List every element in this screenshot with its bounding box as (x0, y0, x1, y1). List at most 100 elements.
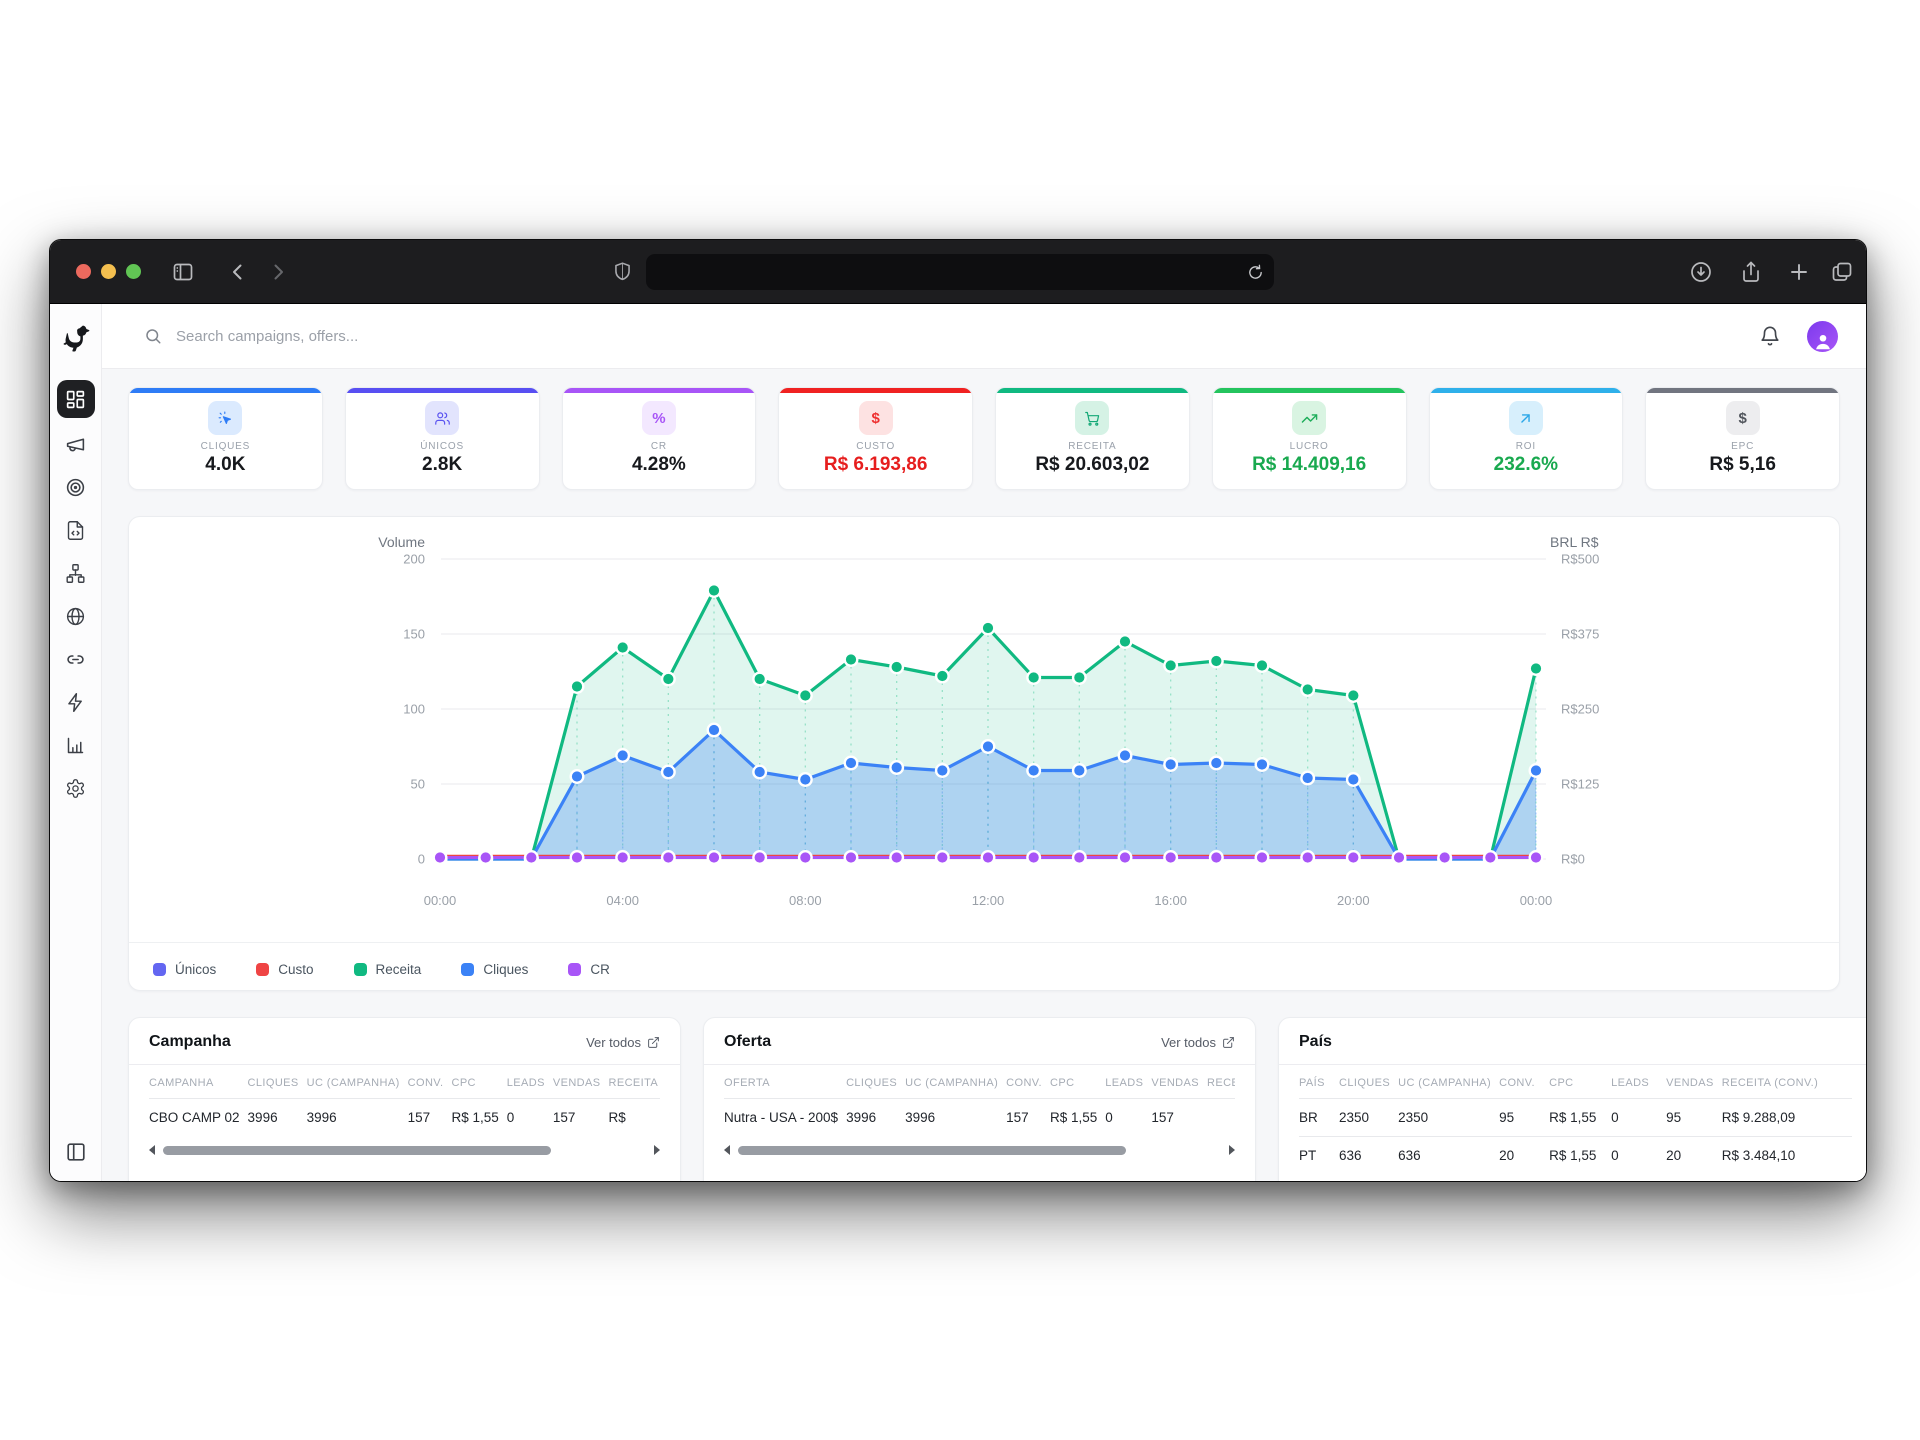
tabs-overview-icon[interactable] (1830, 260, 1854, 284)
bell-icon[interactable] (1759, 325, 1781, 347)
column-header: VENDAS (1666, 1065, 1722, 1099)
legend-item-cr[interactable]: CR (568, 962, 610, 977)
svg-text:04:00: 04:00 (606, 893, 639, 908)
scroll-left-icon[interactable] (724, 1145, 730, 1155)
volume-chart: 0R$050R$125100R$250150R$375200R$500Volum… (129, 517, 1840, 937)
table-cell: 95 (1666, 1099, 1722, 1137)
kpi-card-cr: %CR4.28% (562, 387, 757, 490)
table-cell: 3996 (905, 1099, 1006, 1137)
kpi-value: 4.28% (632, 454, 686, 476)
table-cell: R$ 1,55 (1549, 1137, 1611, 1175)
new-tab-icon[interactable] (1787, 260, 1811, 284)
column-header: CLIQUES (846, 1065, 905, 1099)
table-cell: R$ 1,55 (1050, 1099, 1105, 1137)
scrollbar-thumb[interactable] (738, 1146, 1126, 1155)
search-input[interactable] (176, 328, 596, 345)
table-cell: CBO CAMP 02 (149, 1099, 248, 1137)
column-header: UC (CAMPANHA) (1398, 1065, 1499, 1099)
app-body: CLIQUES4.0KÚNICOS2.8K%CR4.28%$CUSTOR$ 6.… (50, 304, 1866, 1181)
links-icon (65, 649, 86, 670)
sidebar-item-campaigns[interactable] (57, 427, 95, 461)
svg-text:R$375: R$375 (1561, 627, 1599, 642)
svg-text:R$125: R$125 (1561, 777, 1599, 792)
table-wrap: PAÍSCLIQUESUC (CAMPANHA)CONV.CPCLEADSVEN… (1299, 1065, 1866, 1174)
horizontal-scrollbar[interactable] (1299, 1180, 1866, 1181)
shield-icon[interactable] (612, 261, 633, 282)
column-header: VENDAS (1151, 1065, 1207, 1099)
sidebar-item-landing-pages[interactable] (57, 513, 95, 547)
svg-text:12:00: 12:00 (972, 893, 1005, 908)
legend-item-cliques[interactable]: Cliques (461, 962, 528, 977)
tables-row: CampanhaVer todosCAMPANHACLIQUESUC (CAMP… (128, 1017, 1840, 1181)
table-wrap: CAMPANHACLIQUESUC (CAMPANHA)CONV.CPCLEAD… (149, 1065, 660, 1136)
legend-item-únicos[interactable]: Únicos (153, 962, 216, 977)
table-cell (1207, 1099, 1235, 1137)
table-cell: R$ (608, 1099, 660, 1137)
sidebar-item-integrations[interactable] (57, 685, 95, 719)
legend-item-custo[interactable]: Custo (256, 962, 313, 977)
back-icon[interactable] (226, 260, 250, 284)
column-header: RECEITA (CONV.) (1722, 1065, 1852, 1099)
forward-icon[interactable] (266, 260, 290, 284)
trending-up-icon (1301, 410, 1318, 427)
sidebar-item-settings[interactable] (57, 771, 95, 805)
horizontal-scrollbar[interactable] (149, 1142, 660, 1158)
search-bar[interactable] (144, 327, 1759, 345)
campanha-table: CAMPANHACLIQUESUC (CAMPANHA)CONV.CPCLEAD… (149, 1065, 660, 1136)
external-link-icon (647, 1036, 660, 1049)
sidebar-item-domains[interactable] (57, 599, 95, 633)
svg-text:100: 100 (403, 702, 425, 717)
kpi-label: LUCRO (1290, 441, 1329, 452)
scroll-right-icon[interactable] (1229, 1145, 1235, 1155)
avatar[interactable] (1807, 321, 1838, 352)
traffic-lights (76, 264, 141, 279)
table-cell: PT (1299, 1137, 1339, 1175)
minimize-window-button[interactable] (101, 264, 116, 279)
sidebar-item-funnels[interactable] (57, 556, 95, 590)
svg-text:200: 200 (403, 552, 425, 567)
table-cell: 3996 (846, 1099, 905, 1137)
sidebar-item-links[interactable] (57, 642, 95, 676)
svg-text:08:00: 08:00 (789, 893, 822, 908)
table-row: CBO CAMP 0239963996157R$ 1,550157R$ (149, 1099, 660, 1137)
panel-left-icon[interactable] (65, 1141, 87, 1163)
table-cell: 2350 (1398, 1099, 1499, 1137)
download-icon[interactable] (1689, 260, 1713, 284)
url-bar[interactable] (646, 254, 1274, 290)
scrollbar-thumb[interactable] (163, 1146, 551, 1155)
dashboard-icon (65, 389, 86, 410)
table-cell: 20 (1499, 1137, 1549, 1175)
zoom-window-button[interactable] (126, 264, 141, 279)
ver-todos-link[interactable]: Ver todos (586, 1035, 660, 1050)
sidebar-toggle-icon[interactable] (171, 260, 195, 284)
scroll-left-icon[interactable] (149, 1145, 155, 1155)
kpi-card-únicos: ÚNICOS2.8K (345, 387, 540, 490)
pais-table: PAÍSCLIQUESUC (CAMPANHA)CONV.CPCLEADSVEN… (1299, 1065, 1852, 1174)
kpi-value: 232.6% (1494, 454, 1558, 476)
horizontal-scrollbar[interactable] (724, 1142, 1235, 1158)
campanha-card: CampanhaVer todosCAMPANHACLIQUESUC (CAMP… (128, 1017, 681, 1181)
sidebar-item-dashboard[interactable] (57, 380, 95, 418)
chart-legend: Únicos Custo Receita Cliques CR (129, 942, 1839, 991)
sidebar-item-reports[interactable] (57, 728, 95, 762)
sidebar-item-offers[interactable] (57, 470, 95, 504)
table-card-header: Oferta Ver todos (704, 1018, 1255, 1065)
reports-icon (65, 735, 86, 756)
table-cell: 636 (1339, 1137, 1398, 1175)
column-header: CLIQUES (248, 1065, 307, 1099)
column-header: CAMPANHA (149, 1065, 248, 1099)
reload-icon[interactable] (1247, 264, 1264, 281)
page: CLIQUES4.0KÚNICOS2.8K%CR4.28%$CUSTOR$ 6.… (0, 0, 1920, 1440)
scroll-right-icon[interactable] (654, 1145, 660, 1155)
table-row: Nutra - USA - 200$39963996157R$ 1,550157 (724, 1099, 1235, 1137)
dog-logo[interactable] (60, 322, 92, 354)
kpi-card-roi: ROI232.6% (1429, 387, 1624, 490)
close-window-button[interactable] (76, 264, 91, 279)
table-cell: 157 (553, 1099, 609, 1137)
table-title: Oferta (724, 1033, 771, 1051)
table-row: BR2350235095R$ 1,55095R$ 9.288,09 (1299, 1099, 1852, 1137)
share-icon[interactable] (1739, 260, 1763, 284)
funnels-icon (65, 563, 86, 584)
ver-todos-link[interactable]: Ver todos (1161, 1035, 1235, 1050)
legend-item-receita[interactable]: Receita (354, 962, 422, 977)
